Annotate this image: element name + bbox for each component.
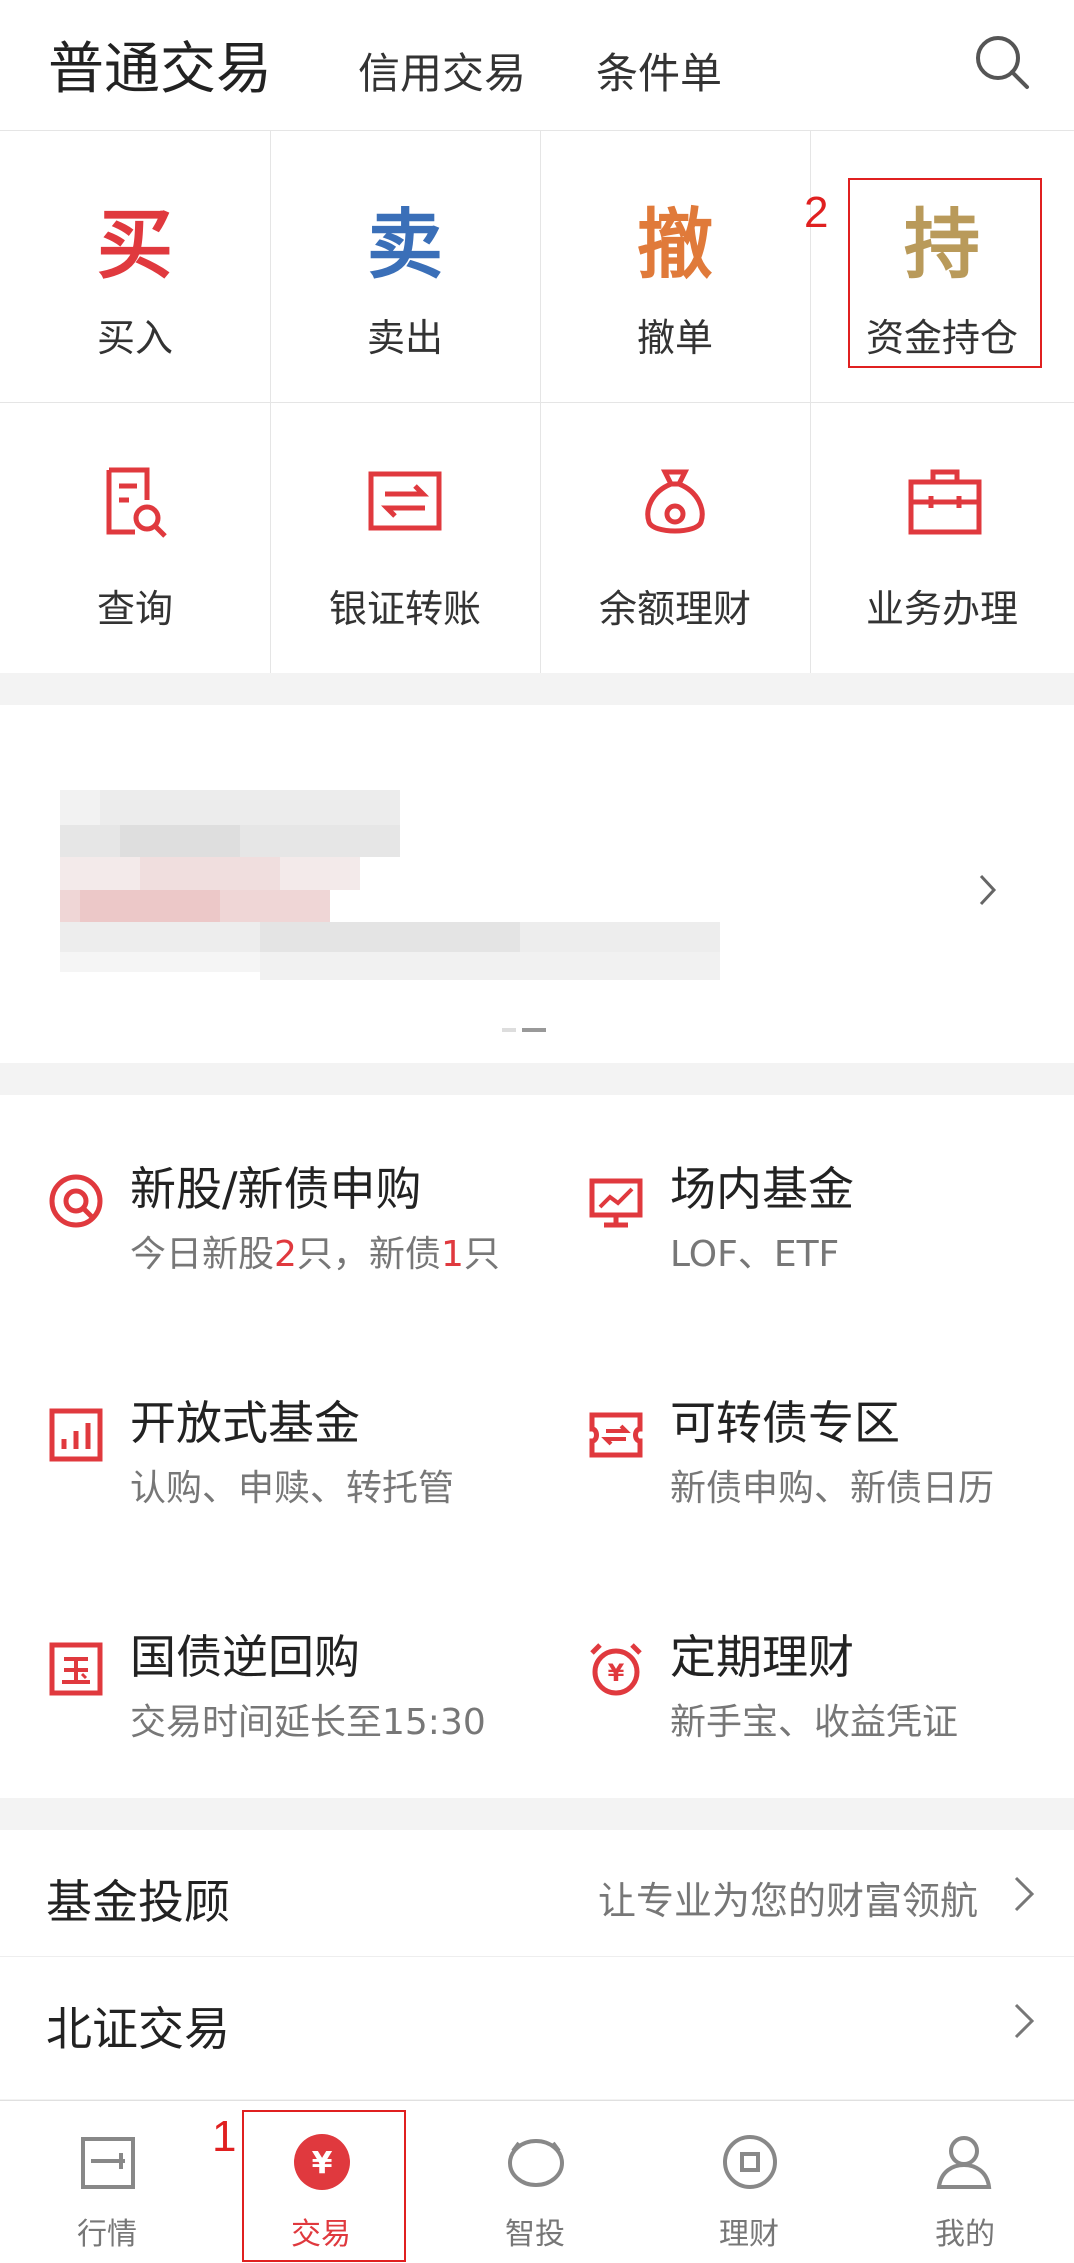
service-etf-subtitle: LOF、ETF: [670, 1234, 840, 1275]
tab-market-label: 行情: [77, 2217, 137, 2252]
market-icon: [81, 2137, 135, 2189]
services-section: 新股/新债申购 今日新股2只，新债1只 场内基金 LOF、ETF 开放式基金 认…: [0, 1095, 1074, 1798]
chevron-right-icon: [1014, 1876, 1035, 1912]
row-bse-title: 北证交易: [46, 2002, 230, 2056]
briefcase-icon: [908, 469, 982, 535]
service-ipo[interactable]: 新股/新债申购 今日新股2只，新债1只: [46, 1153, 566, 1313]
blurred-banner-image: [60, 790, 720, 980]
money-bag-icon: [645, 469, 705, 534]
service-repo-subtitle: 交易时间延长至15:30: [130, 1702, 486, 1743]
tab-condition-order[interactable]: 条件单: [596, 40, 722, 101]
service-fixed-title: 定期理财: [670, 1630, 854, 1684]
chevron-right-icon: [979, 874, 997, 906]
bottom-tab-bar: 行情 ¥ 交易 智投 理财 我的: [0, 2100, 1074, 2263]
tab-credit-trade[interactable]: 信用交易: [358, 40, 526, 101]
grid-query[interactable]: 查询: [0, 402, 270, 672]
service-fixed[interactable]: ¥ 定期理财 新手宝、收益凭证: [586, 1621, 1074, 1781]
service-ipo-title: 新股/新债申购: [130, 1162, 422, 1216]
service-convertible-subtitle: 新债申购、新债日历: [670, 1468, 995, 1509]
monitor-chart-icon: [589, 1178, 643, 1228]
grid-business[interactable]: 业务办理: [810, 402, 1074, 672]
tab-mine-label: 我的: [935, 2217, 995, 2252]
grid-balance[interactable]: 余额理财: [540, 402, 810, 672]
grid-sell-label: 卖出: [366, 316, 443, 360]
row-bse-trade[interactable]: 北证交易: [0, 1957, 1074, 2099]
tab-finance-label: 理财: [719, 2217, 779, 2252]
service-fixed-subtitle: 新手宝、收益凭证: [670, 1702, 959, 1743]
service-etf-title: 场内基金: [670, 1162, 854, 1216]
grid-cancel-label: 撤单: [636, 316, 713, 360]
row-fund-advisor-subtitle: 让专业为您的财富领航: [597, 1879, 978, 1923]
top-bar: 普通交易 信用交易 条件单: [0, 0, 1074, 131]
bar-chart-icon: [49, 1408, 103, 1462]
row-fund-advisor-title: 基金投顾: [46, 1875, 230, 1929]
sell-glyph-icon: 卖: [367, 200, 443, 289]
divider: [0, 402, 1074, 403]
svg-text:¥: ¥: [608, 1659, 625, 1687]
grid-sell[interactable]: 卖 卖出: [270, 131, 540, 401]
annotation-number-2: 2: [804, 188, 829, 237]
ipo-icon: [49, 1174, 103, 1228]
tab-invest[interactable]: 智投: [428, 2101, 642, 2263]
cancel-glyph-icon: 撤: [637, 200, 713, 289]
grid-business-label: 业务办理: [865, 587, 1018, 631]
grid-buy[interactable]: 买 买入: [0, 131, 270, 401]
user-icon: [936, 2136, 992, 2189]
buy-glyph-icon: 买: [97, 200, 173, 289]
service-repo-title: 国债逆回购: [130, 1630, 360, 1684]
grid-balance-label: 余额理财: [598, 587, 751, 631]
coin-icon: [723, 2135, 777, 2189]
invest-icon: [508, 2139, 564, 2187]
service-convertible-title: 可转债专区: [670, 1396, 900, 1450]
grid-query-label: 查询: [96, 587, 173, 631]
service-openfund-subtitle: 认购、申赎、转托管: [130, 1468, 455, 1509]
query-icon: [106, 467, 167, 538]
search-icon[interactable]: [972, 32, 1032, 92]
grid-transfer-label: 银证转账: [328, 587, 481, 631]
alarm-yuan-icon: ¥: [590, 1643, 642, 1696]
service-openfund[interactable]: 开放式基金 认购、申赎、转托管: [46, 1387, 566, 1547]
grid-cancel[interactable]: 撤 撤单: [540, 131, 810, 401]
annotation-box-trade: [242, 2110, 406, 2262]
ticket-icon: [589, 1412, 643, 1458]
tab-mine[interactable]: 我的: [856, 2101, 1074, 2263]
service-etf[interactable]: 场内基金 LOF、ETF: [586, 1153, 1074, 1313]
service-openfund-title: 开放式基金: [130, 1396, 360, 1450]
carousel-dot-active: [522, 1028, 546, 1032]
grid-buy-label: 买入: [96, 316, 173, 360]
grid-transfer[interactable]: 银证转账: [270, 402, 540, 672]
service-repo[interactable]: 国债逆回购 交易时间延长至15:30: [46, 1621, 566, 1781]
tab-market[interactable]: 行情: [0, 2101, 214, 2263]
promo-banner[interactable]: [0, 705, 1074, 1063]
annotation-number-1: 1: [212, 2112, 237, 2161]
tab-normal-trade[interactable]: 普通交易: [48, 24, 272, 105]
tab-finance[interactable]: 理财: [642, 2101, 856, 2263]
guo-icon: [49, 1642, 103, 1696]
carousel-dot: [502, 1028, 516, 1032]
annotation-box-hold: [848, 178, 1042, 368]
transfer-icon: [368, 471, 442, 531]
service-convertible[interactable]: 可转债专区 新债申购、新债日历: [586, 1387, 1074, 1547]
service-ipo-subtitle: 今日新股2只，新债1只: [130, 1234, 500, 1275]
row-fund-advisor[interactable]: 基金投顾 让专业为您的财富领航: [0, 1830, 1074, 1956]
chevron-right-icon: [1014, 2003, 1035, 2039]
tab-invest-label: 智投: [505, 2217, 565, 2252]
